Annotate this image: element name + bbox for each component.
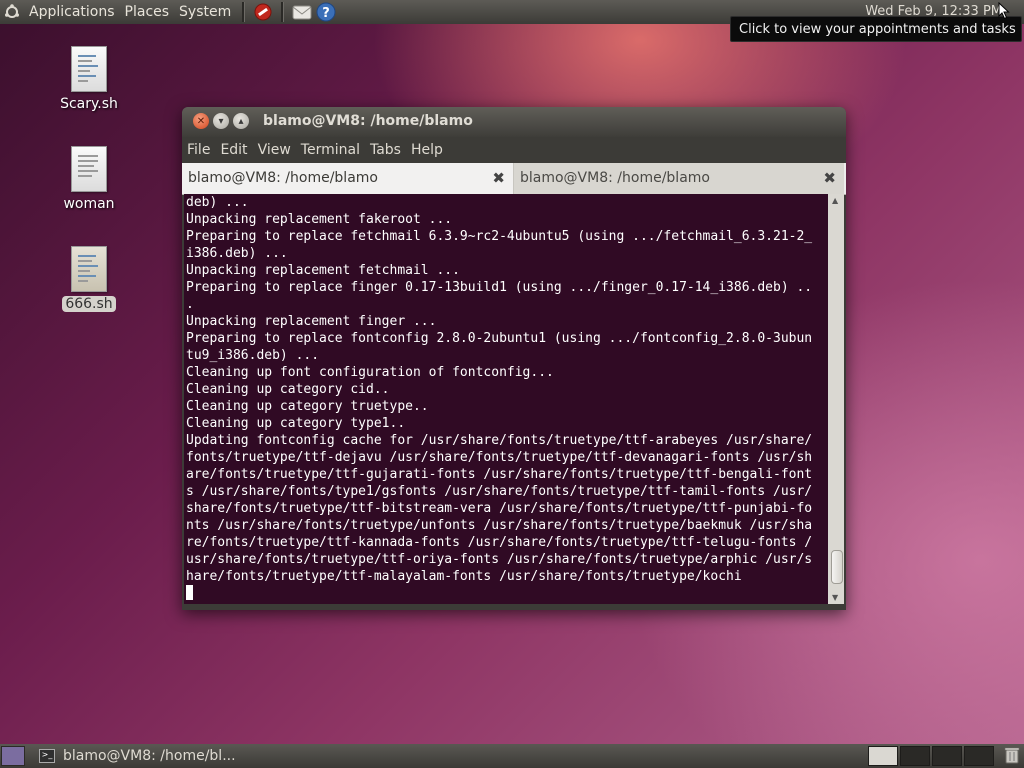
terminal-line: Preparing to replace fontconfig 2.8.0-2u…: [186, 331, 813, 346]
terminal-line: fonts/truetype/ttf-dejavu /usr/share/fon…: [186, 450, 813, 465]
terminal-line: nts /usr/share/fonts/truetype/unfonts /u…: [186, 518, 813, 533]
window-titlebar[interactable]: ✕ ▾ ▴ blamo@VM8: /home/blamo: [182, 107, 846, 137]
terminal-line: re/fonts/truetype/ttf-kannada-fonts /usr…: [186, 535, 813, 550]
terminal-icon: >_: [39, 749, 55, 763]
terminal-line: Unpacking replacement fetchmail ...: [186, 263, 460, 278]
scroll-down-icon[interactable]: ▼: [832, 593, 838, 602]
terminal-line: Cleaning up font configuration of fontco…: [186, 365, 554, 380]
tab-label: blamo@VM8: /home/blamo: [188, 170, 378, 186]
no-entry-icon[interactable]: [253, 2, 273, 22]
workspace-switcher: [866, 746, 994, 766]
trash-icon[interactable]: [1004, 746, 1020, 764]
desktop-icon-label: 666.sh: [62, 296, 116, 312]
script-file-icon: [71, 246, 107, 292]
ubuntu-logo-icon[interactable]: [2, 2, 22, 22]
places-menu[interactable]: Places: [120, 0, 175, 24]
script-file-icon: [71, 46, 107, 92]
applications-menu[interactable]: Applications: [24, 0, 120, 24]
terminal-line: Cleaning up category type1..: [186, 416, 406, 431]
terminal-line: Preparing to replace fetchmail 6.3.9~rc2…: [186, 229, 813, 244]
menu-tabs[interactable]: Tabs: [370, 142, 401, 158]
clock-tooltip: Click to view your appointments and task…: [730, 16, 1022, 42]
menu-terminal[interactable]: Terminal: [301, 142, 360, 158]
terminal-line: deb) ...: [186, 195, 249, 210]
maximize-icon[interactable]: ▴: [233, 113, 249, 129]
terminal-line: Updating fontconfig cache for /usr/share…: [186, 433, 813, 448]
panel-separator: [281, 2, 285, 22]
terminal-line: share/fonts/truetype/ttf-bitstream-vera …: [186, 501, 813, 516]
taskbar-item-terminal[interactable]: >_ blamo@VM8: /home/bl...: [39, 746, 236, 766]
workspace-4[interactable]: [964, 746, 994, 766]
terminal-prompt-line: [186, 585, 826, 602]
workspace-1[interactable]: [868, 746, 898, 766]
terminal-line: usr/share/fonts/truetype/ttf-oriya-fonts…: [186, 552, 813, 567]
minimize-icon[interactable]: ▾: [213, 113, 229, 129]
mail-icon[interactable]: [292, 2, 312, 22]
menu-edit[interactable]: Edit: [220, 142, 247, 158]
scrollbar[interactable]: ▲ ▼: [828, 194, 844, 604]
menu-file[interactable]: File: [187, 142, 210, 158]
desktop-icon-woman[interactable]: woman: [54, 146, 124, 212]
terminal-line: Preparing to replace finger 0.17-13build…: [186, 280, 813, 295]
terminal-line: s /usr/share/fonts/type1/gsfonts /usr/sh…: [186, 484, 813, 499]
close-icon[interactable]: ✕: [193, 113, 209, 129]
taskbar-item-label: blamo@VM8: /home/bl...: [63, 748, 236, 764]
workspace-2[interactable]: [900, 746, 930, 766]
terminal-line: Unpacking replacement fakeroot ...: [186, 212, 453, 227]
terminal-line: Unpacking replacement finger ...: [186, 314, 437, 329]
window-menubar: File Edit View Terminal Tabs Help: [182, 137, 846, 163]
window-title: blamo@VM8: /home/blamo: [263, 113, 473, 129]
terminal-line: Cleaning up category cid..: [186, 382, 390, 397]
terminal-area[interactable]: deb) ... Unpacking replacement fakeroot .…: [184, 194, 844, 604]
scrollbar-thumb[interactable]: [831, 550, 843, 584]
workspace-3[interactable]: [932, 746, 962, 766]
terminal-line: Cleaning up category truetype..: [186, 399, 429, 414]
terminal-cursor: [186, 585, 193, 600]
tab-2[interactable]: blamo@VM8: /home/blamo ✖: [514, 163, 844, 194]
tab-bar: blamo@VM8: /home/blamo ✖ blamo@VM8: /hom…: [182, 163, 846, 195]
terminal-line: .: [186, 297, 194, 312]
close-icon[interactable]: ✖: [492, 163, 505, 193]
desktop-icon-666-sh[interactable]: 666.sh: [54, 246, 124, 312]
desktop-icon-scary-sh[interactable]: Scary.sh: [54, 46, 124, 112]
tab-label: blamo@VM8: /home/blamo: [520, 170, 710, 186]
terminal-line: hare/fonts/truetype/ttf-malayalam-fonts …: [186, 569, 742, 584]
scroll-up-icon[interactable]: ▲: [832, 196, 838, 205]
menu-view[interactable]: View: [258, 142, 291, 158]
terminal-output[interactable]: deb) ... Unpacking replacement fakeroot .…: [186, 194, 826, 604]
terminal-line: tu9_i386.deb) ...: [186, 348, 320, 363]
show-desktop-icon[interactable]: [1, 746, 25, 766]
terminal-line: are/fonts/truetype/ttf-gujarati-fonts /u…: [186, 467, 813, 482]
help-icon[interactable]: ?: [316, 2, 336, 22]
terminal-window: ✕ ▾ ▴ blamo@VM8: /home/blamo File Edit V…: [182, 107, 846, 610]
desktop-icon-label: woman: [63, 196, 115, 212]
close-icon[interactable]: ✖: [823, 163, 836, 193]
desktop-icon-label: Scary.sh: [60, 96, 118, 112]
system-menu[interactable]: System: [174, 0, 236, 24]
menu-help[interactable]: Help: [411, 142, 443, 158]
panel-separator: [242, 2, 246, 22]
terminal-line: i386.deb) ...: [186, 246, 288, 261]
text-file-icon: [71, 146, 107, 192]
tab-1[interactable]: blamo@VM8: /home/blamo ✖: [182, 163, 514, 194]
mouse-cursor-icon: [998, 2, 1010, 20]
svg-text:?: ?: [322, 6, 330, 21]
bottom-panel: >_ blamo@VM8: /home/bl...: [0, 744, 1024, 768]
